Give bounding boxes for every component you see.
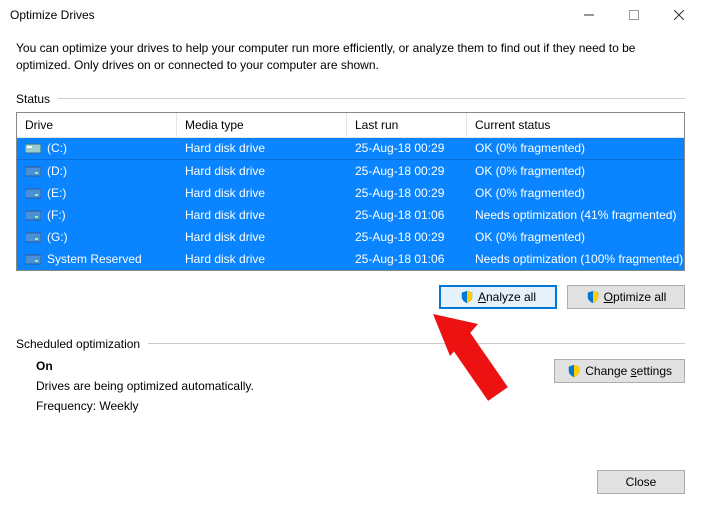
optimize-all-button[interactable]: Optimize all	[567, 285, 685, 309]
drive-status: Needs optimization (41% fragmented)	[467, 205, 684, 225]
shield-icon	[460, 290, 474, 304]
drive-icon	[25, 165, 41, 177]
drive-lastrun: 25-Aug-18 00:29	[347, 183, 467, 203]
close-dialog-button[interactable]: Close	[597, 470, 685, 494]
drive-lastrun: 25-Aug-18 00:29	[347, 227, 467, 247]
drive-lastrun: 25-Aug-18 01:06	[347, 205, 467, 225]
drive-name: (C:)	[47, 141, 67, 155]
scheduled-section-label: Scheduled optimization	[16, 337, 685, 351]
shield-icon	[586, 290, 600, 304]
table-row[interactable]: (F:) Hard disk drive25-Aug-18 01:06Needs …	[17, 204, 684, 226]
drive-media: Hard disk drive	[177, 227, 347, 247]
table-row[interactable]: (E:) Hard disk drive25-Aug-18 00:29OK (0%…	[17, 182, 684, 204]
drive-media: Hard disk drive	[177, 138, 347, 158]
drives-listview[interactable]: Drive Media type Last run Current status…	[16, 112, 685, 271]
drive-icon	[25, 187, 41, 199]
drive-name: System Reserved	[47, 252, 142, 266]
drive-icon	[25, 253, 41, 265]
col-media[interactable]: Media type	[177, 113, 347, 138]
drive-icon	[25, 209, 41, 221]
drive-name: (F:)	[47, 208, 66, 222]
drive-status: OK (0% fragmented)	[467, 138, 684, 158]
drive-icon	[25, 142, 41, 154]
sched-freq-text: Frequency: Weekly	[36, 399, 554, 413]
col-drive[interactable]: Drive	[17, 113, 177, 138]
drive-status: Needs optimization (100% fragmented)	[467, 249, 684, 269]
drive-lastrun: 25-Aug-18 00:29	[347, 138, 467, 158]
listview-header[interactable]: Drive Media type Last run Current status	[17, 113, 684, 138]
status-label: Status	[16, 92, 50, 106]
col-status[interactable]: Current status	[467, 113, 684, 138]
col-last[interactable]: Last run	[347, 113, 467, 138]
status-section-label: Status	[16, 92, 685, 106]
drive-name: (G:)	[47, 230, 68, 244]
drive-lastrun: 25-Aug-18 01:06	[347, 249, 467, 269]
table-row[interactable]: (C:) Hard disk drive25-Aug-18 00:29OK (0%…	[17, 138, 684, 160]
maximize-button[interactable]	[611, 0, 656, 30]
table-row[interactable]: System Reserved Hard disk drive25-Aug-18 …	[17, 248, 684, 270]
drive-name: (E:)	[47, 186, 66, 200]
description-text: You can optimize your drives to help you…	[16, 40, 685, 74]
drive-status: OK (0% fragmented)	[467, 183, 684, 203]
drive-media: Hard disk drive	[177, 161, 347, 181]
window-title: Optimize Drives	[10, 8, 566, 22]
table-row[interactable]: (D:) Hard disk drive25-Aug-18 00:29OK (0%…	[17, 160, 684, 182]
drive-media: Hard disk drive	[177, 183, 347, 203]
drive-icon	[25, 231, 41, 243]
scheduled-label: Scheduled optimization	[16, 337, 140, 351]
drive-lastrun: 25-Aug-18 00:29	[347, 161, 467, 181]
window-controls	[566, 0, 701, 30]
titlebar: Optimize Drives	[0, 0, 701, 30]
drive-media: Hard disk drive	[177, 205, 347, 225]
minimize-button[interactable]	[566, 0, 611, 30]
close-button[interactable]	[656, 0, 701, 30]
drive-status: OK (0% fragmented)	[467, 227, 684, 247]
analyze-all-button[interactable]: Analyze all	[439, 285, 557, 309]
shield-icon	[567, 364, 581, 378]
sched-auto-text: Drives are being optimized automatically…	[36, 379, 554, 393]
change-settings-button[interactable]: Change settings	[554, 359, 685, 383]
sched-on: On	[36, 359, 554, 373]
drive-name: (D:)	[47, 164, 67, 178]
drive-media: Hard disk drive	[177, 249, 347, 269]
table-row[interactable]: (G:) Hard disk drive25-Aug-18 00:29OK (0%…	[17, 226, 684, 248]
drive-status: OK (0% fragmented)	[467, 161, 684, 181]
